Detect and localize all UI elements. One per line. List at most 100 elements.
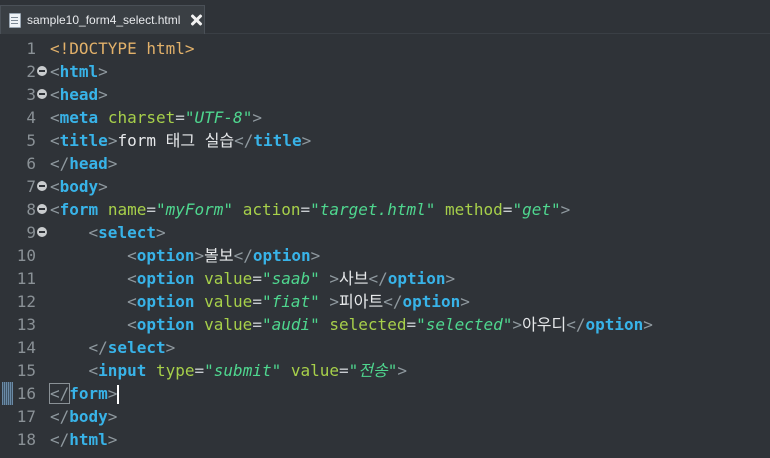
token-tag-name: option [252,246,311,265]
token-bracket: < [88,223,99,242]
code-line[interactable]: <!DOCTYPE html> [50,37,195,60]
token-attribute-value: "saab" [261,269,320,288]
token-attribute-name: value [204,292,253,311]
line-number: 12 [16,292,36,311]
code-line[interactable]: <option>볼보</option> [50,244,320,267]
line-number: 9 [26,223,36,242]
code-line[interactable]: <form name="myForm" action="target.html"… [50,198,570,221]
token-text: 사브 [339,269,369,288]
token-bracket: > [155,223,166,242]
code-line[interactable]: <html> [50,60,108,83]
code-line[interactable]: </body> [50,405,117,428]
fold-toggle-icon[interactable] [37,204,47,214]
token-bracket: > [98,62,108,81]
token-tag-name: option [402,292,461,311]
code-line[interactable]: </form> [48,382,120,405]
file-tab[interactable]: sample10_form4_select.html [0,5,205,34]
fold-toggle-icon[interactable] [37,89,47,99]
line-number: 18 [16,430,36,449]
token-tag-name: select [98,223,156,242]
code-line[interactable]: <input type="submit" value="전송"> [50,359,408,382]
token-attribute-name: action [242,200,301,219]
line-number: 6 [26,154,36,173]
token-tag-name: option [136,269,195,288]
token-bracket: > [445,269,456,288]
html-file-icon [9,12,21,28]
code-editor[interactable]: 1 2 3 4 5 6 7 8 9 10 11 12 13 14 15 16 17 18 <!DOCTYPE ht… [0,37,770,458]
fold-toggle-icon[interactable] [37,181,47,191]
token-attribute-value: "UTF-8" [184,108,253,127]
line-number: 13 [16,315,36,334]
token-tag-name: head [69,154,108,173]
token-bracket: > [397,361,408,380]
token-tag-name: option [387,269,446,288]
code-line[interactable]: <body> [50,175,108,198]
token-equals: = [252,269,262,288]
token-bracket: > [560,200,571,219]
token-bracket: </ [368,269,388,288]
token-bracket: </ [88,338,108,357]
code-line[interactable]: </html> [50,428,117,451]
code-line[interactable]: <option value="fiat" >피아트</option> [50,290,470,313]
code-line[interactable]: <head> [50,83,108,106]
token-bracket: < [50,108,60,127]
code-line[interactable]: <title>form 태그 실습</title> [50,129,311,152]
token-bracket: < [127,246,137,265]
token-attribute-value: "audi" [261,315,320,334]
code-area[interactable]: <!DOCTYPE html> <html> <head> <meta charset… [48,37,770,458]
code-line[interactable]: <meta charset="UTF-8"> [50,106,262,129]
token-bracket: < [50,177,60,196]
token-text: 볼보 [204,246,234,265]
token-tag-name: form [69,384,108,403]
token-tag-name: html [69,430,108,449]
token-tag-name: head [59,85,99,104]
tab-filename: sample10_form4_select.html [27,13,181,27]
token-equals: = [194,361,205,380]
close-icon[interactable] [189,13,203,27]
token-bracket: > [301,131,312,150]
token-bracket: > [252,108,262,127]
token-equals: = [300,200,311,219]
token-tag-name: option [585,315,644,334]
code-line[interactable]: <option value="saab" >사브</option> [50,267,455,290]
fold-toggle-icon[interactable] [37,66,47,76]
token-text: 아우디 [522,315,567,334]
token-bracket: < [50,62,60,81]
token-bracket: </ [234,131,254,150]
code-line[interactable]: <select> [50,221,166,244]
token-bracket: > [329,292,340,311]
token-attribute-name: name [107,200,147,219]
token-tag-name: input [98,361,147,380]
token-tag-name: body [59,177,99,196]
line-number: 5 [26,131,36,150]
token-bracket: > [98,177,108,196]
token-bracket: < [50,200,60,219]
token-bracket: < [127,315,137,334]
code-line[interactable]: <option value="audi" selected="selected"… [50,313,653,336]
token-attribute-name: charset [107,108,176,127]
line-number: 3 [26,85,36,104]
text-caret [117,385,120,404]
code-line[interactable]: </select> [50,336,176,359]
token-tag-name: body [69,407,108,426]
code-line[interactable]: </head> [50,152,117,175]
token-bracket: > [107,154,118,173]
token-equals: = [252,292,262,311]
line-number: 1 [26,39,36,58]
token-attribute-name: value [204,269,253,288]
token-bracket: </ [50,430,70,449]
token-equals: = [339,361,349,380]
line-number: 16 [16,384,36,403]
token-bracket: </ [48,383,71,404]
token-bracket: </ [383,292,403,311]
line-number: 17 [16,407,36,426]
token-attribute-name: type [155,361,195,380]
fold-toggle-icon[interactable] [37,227,47,237]
token-bracket: > [107,407,118,426]
